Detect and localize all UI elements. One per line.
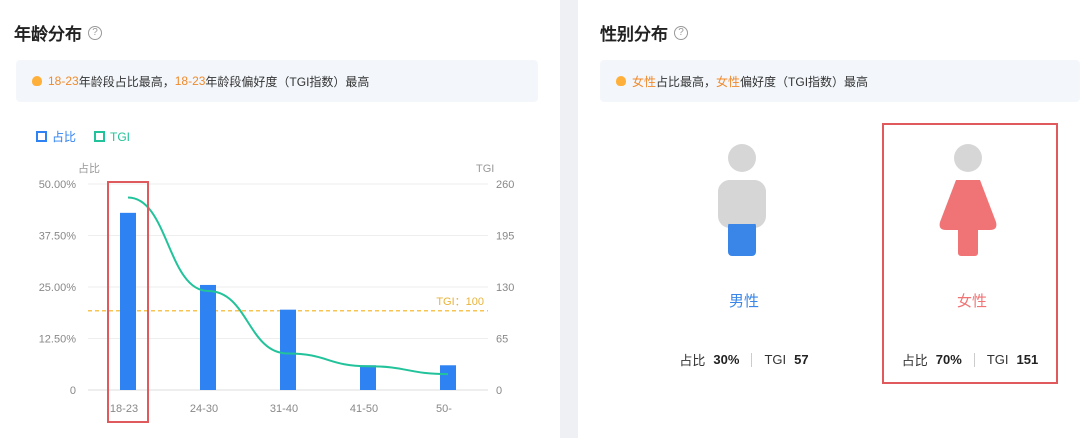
x-tick-label: 50- [436,403,452,415]
female-label: 女性 [956,293,987,310]
y-left-axis-label: 占比 [78,161,100,175]
female-figure-icon [939,144,997,256]
divider [751,352,753,367]
female-tgi-value: 151 [1016,352,1039,367]
bar [200,284,216,390]
y-right-tick-label: 260 [496,179,514,191]
bar [120,212,136,390]
y-right-tick-label: 65 [496,334,508,346]
tgi-reference-label: TGI：100 [436,296,484,308]
age-chart: 占比 TGI 0 0 12.50% 65 25.00% 130 37.50% 195 50.00% 2… [39,161,514,423]
y-right-tick-label: 195 [496,231,514,243]
legend-swatch [94,131,106,142]
gender-distribution-panel: 性别分布 ? 女性 占比最高， 女性 偏好度（TGI指数）最高 男性 占比 30… [578,0,1080,438]
insight-highlight: 18-23 [174,74,206,88]
female-share-label: 占比 [901,353,928,368]
insight-highlight: 女性 [716,74,741,89]
insight-text: 占比最高， [656,74,717,89]
insight-text: 年龄段偏好度（TGI指数）最高 [205,74,370,89]
gender-insight-banner: 女性 占比最高， 女性 偏好度（TGI指数）最高 [600,60,1080,102]
age-insight-banner: 18-23 年龄段占比最高， 18-23 年龄段偏好度（TGI指数）最高 [16,60,538,102]
female-tgi-label: TGI [986,352,1009,367]
gender-panel-title: 性别分布 ? [600,20,688,45]
divider [973,352,975,367]
y-left-tick-label: 12.50% [39,334,77,346]
lightbulb-icon [616,76,626,86]
male-share-label: 占比 [679,353,706,368]
x-tick-label: 18-23 [110,403,138,415]
legend-item-tgi[interactable]: TGI [94,128,130,145]
y-right-tick-label: 0 [496,385,502,397]
y-left-tick-label: 50.00% [39,179,77,191]
bar [280,309,296,390]
male-share-value: 30% [713,352,740,367]
gender-title-text: 性别分布 [600,25,668,44]
male-tgi-value: 57 [794,352,809,367]
legend-swatch [36,131,47,142]
insight-text: 年龄段占比最高， [78,74,175,89]
insight-highlight: 女性 [632,74,657,89]
x-tick-label: 31-40 [270,403,298,415]
male-figure-icon [718,144,766,256]
y-left-tick-label: 0 [70,385,76,397]
y-right-axis-label: TGI [476,163,494,175]
y-left-tick-label: 37.50% [39,231,77,243]
legend-label: TGI [110,129,131,144]
female-share-value: 70% [935,352,962,367]
male-tgi-label: TGI [764,352,787,367]
legend-label: 占比 [52,130,77,144]
help-icon[interactable]: ? [674,25,688,40]
x-tick-label: 24-30 [190,403,218,415]
x-tick-label: 41-50 [350,403,378,415]
lightbulb-icon [32,76,42,86]
male-stats: 占比 30% TGI 57 [654,350,834,369]
female-stats: 占比 70% TGI 151 [880,350,1060,369]
bar [440,365,456,390]
age-panel-title: 年龄分布 ? [14,20,102,45]
male-label: 男性 [728,293,759,310]
age-title-text: 年龄分布 [14,25,82,44]
bar [360,365,376,390]
age-distribution-panel: 年龄分布 ? 18-23 年龄段占比最高， 18-23 年龄段偏好度（TGI指数… [0,0,560,438]
y-left-tick-label: 25.00% [39,282,77,294]
chart-legend: 占比 TGI [36,128,148,145]
legend-item-share[interactable]: 占比 [36,128,76,145]
insight-highlight: 18-23 [48,74,79,88]
help-icon[interactable]: ? [88,25,102,40]
insight-text: 偏好度（TGI指数）最高 [740,74,869,89]
y-right-tick-label: 130 [496,282,514,294]
